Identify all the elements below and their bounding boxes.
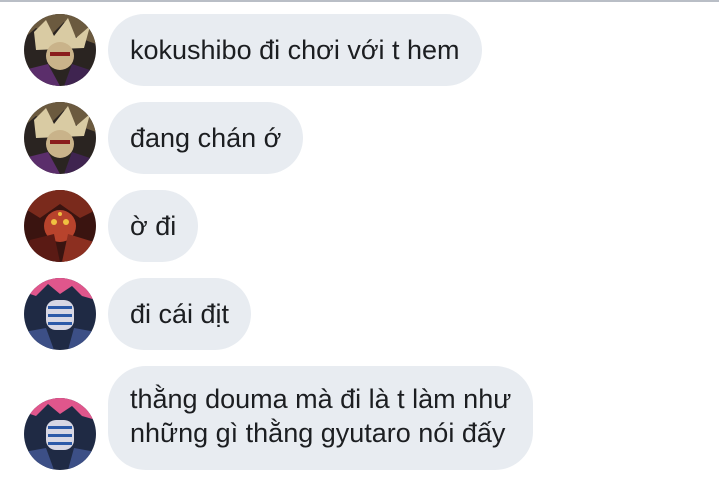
kokushibo-avatar-icon[interactable] bbox=[24, 102, 96, 174]
akaza-avatar-icon[interactable] bbox=[24, 398, 96, 470]
message-bubble[interactable]: đi cái địt bbox=[108, 278, 252, 350]
message-bubble[interactable]: kokushibo đi chơi với t hem bbox=[108, 14, 482, 86]
message-text: đang chán ớ bbox=[130, 123, 282, 153]
red-demon-avatar-icon[interactable] bbox=[24, 190, 96, 262]
akaza-avatar-icon[interactable] bbox=[24, 278, 96, 350]
message-text: đi cái địt bbox=[130, 299, 230, 329]
message-text: ờ đi bbox=[130, 211, 177, 241]
message-bubble[interactable]: đang chán ớ bbox=[108, 102, 304, 174]
message-bubble[interactable]: thằng douma mà đi là t làm như những gì … bbox=[108, 366, 534, 470]
message-text-line-1: thằng douma mà đi là t làm như bbox=[130, 384, 512, 414]
message-text-line-2: những gì thằng gyutaro nói đấy bbox=[130, 418, 506, 448]
kokushibo-avatar-icon[interactable] bbox=[24, 14, 96, 86]
message-bubble[interactable]: ờ đi bbox=[108, 190, 199, 262]
message-text: kokushibo đi chơi với t hem bbox=[130, 35, 460, 65]
top-divider bbox=[0, 0, 719, 2]
